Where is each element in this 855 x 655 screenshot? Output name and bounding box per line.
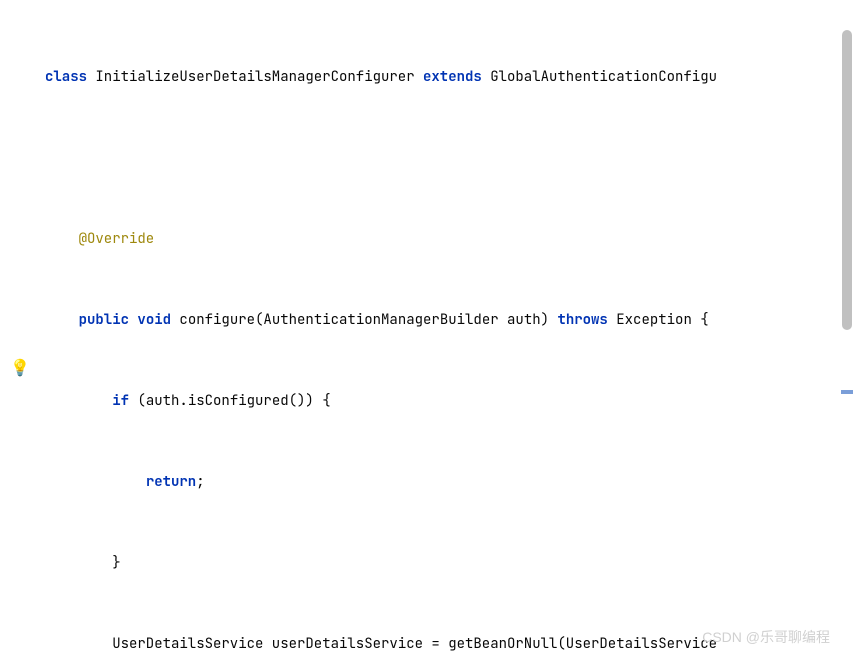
vertical-scrollbar[interactable] [841,0,853,655]
code-line[interactable]: class InitializeUserDetailsManagerConfig… [35,64,855,91]
code-line[interactable]: if (auth.isConfigured()) { [35,388,855,415]
code-line[interactable] [35,145,855,172]
lightbulb-icon[interactable]: 💡 [10,357,30,378]
code-line[interactable]: return; [35,469,855,496]
code-line[interactable]: @Override [35,226,855,253]
code-line[interactable]: UserDetailsService userDetailsService = … [35,631,855,655]
gutter: 💡 [0,0,35,655]
code-line[interactable]: public void configure(AuthenticationMana… [35,307,855,334]
code-line[interactable]: } [35,550,855,577]
scrollbar-mark [841,390,853,394]
code-editor[interactable]: 💡 class InitializeUserDetailsManagerConf… [0,0,855,655]
scrollbar-thumb[interactable] [842,30,852,330]
code-area[interactable]: class InitializeUserDetailsManagerConfig… [35,0,855,655]
